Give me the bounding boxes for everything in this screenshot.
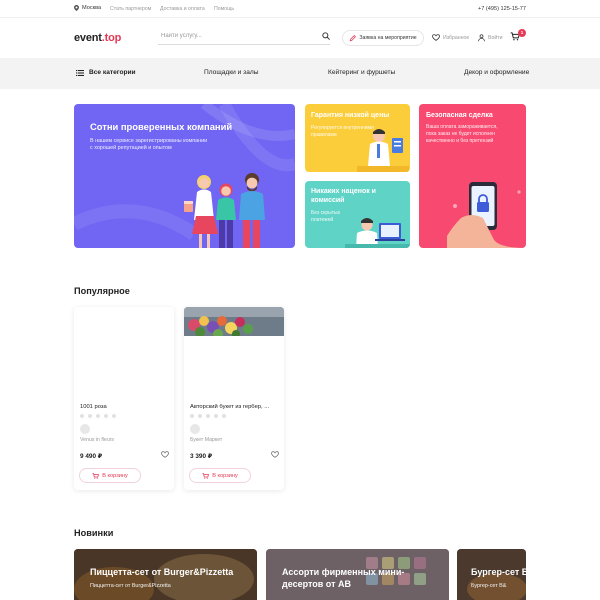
search-bar — [158, 27, 330, 45]
heart-icon — [432, 34, 440, 41]
search-input[interactable] — [161, 32, 301, 39]
new-item-title: Бургер-сет В — [471, 567, 526, 577]
nav-all-categories-label: Все категории — [89, 69, 136, 76]
logo[interactable]: event.top — [74, 32, 121, 44]
promo-nomarkup-text: Без скрытых платежей — [311, 210, 340, 224]
popular-section-title: Популярное — [74, 286, 130, 296]
new-item-card[interactable]: Пиццетта-сет от Burger&Pizzetta Пиццетта… — [74, 549, 257, 600]
phone-lock-illustration — [447, 182, 526, 248]
promo-safe-deal[interactable]: Безопасная сделка Ваша оплата заморажива… — [419, 104, 526, 248]
search-icon[interactable] — [322, 31, 330, 40]
category-nav: Все категории Площадки и залы Кейтеринг … — [0, 58, 600, 89]
logo-main: event — [74, 32, 102, 44]
new-section-title: Новинки — [74, 528, 114, 538]
event-request-button[interactable]: Заявка на мероприятие — [342, 30, 424, 46]
favorites-label: Избранное — [443, 34, 470, 41]
login-label: Войти — [488, 35, 503, 41]
promo-verified-text: В нашем сервисе зарегистрированы компани… — [90, 138, 207, 153]
promo-nomarkup-title: Никаких наценок и комиссий — [311, 187, 376, 205]
vendor-avatar — [190, 424, 200, 434]
bouquet-image[interactable] — [184, 307, 284, 336]
promo-no-markups[interactable]: Никаких наценок и комиссий Без скрытых п… — [305, 181, 410, 248]
pencil-icon — [349, 34, 357, 42]
laptop-person-illustration — [345, 218, 410, 248]
product-card[interactable]: 1001 роза Venus in fleurs 9 490 ₽ В корз… — [74, 307, 174, 490]
cart-icon — [92, 472, 100, 479]
promo-safe-text-line: Ваша оплата замораживается, — [426, 124, 498, 130]
top-bar: Москва Стать партнером Доставка и оплата… — [0, 0, 600, 18]
businessman-illustration — [357, 129, 409, 172]
city-label: Москва — [82, 5, 102, 11]
add-to-cart-label: В корзину — [212, 472, 238, 479]
cart-icon — [202, 472, 210, 479]
promo-guarantee-title: Гарантия низкой цены — [311, 112, 390, 119]
vendor-name[interactable]: Venus in fleurs — [80, 437, 114, 443]
become-partner-link[interactable]: Стать партнером — [110, 6, 151, 12]
logo-suffix: .top — [101, 32, 122, 44]
add-to-cart-button[interactable]: В корзину — [189, 468, 251, 483]
product-price: 3 390 ₽ — [190, 453, 213, 460]
location-pin-icon — [74, 5, 79, 11]
promo-low-price-guarantee[interactable]: Гарантия низкой цены Регулируется внутре… — [305, 104, 410, 172]
favorites-link[interactable]: Избранное — [432, 34, 469, 41]
promo-safe-text-line: пока заказ не будет исполнен — [426, 130, 495, 137]
product-name[interactable]: 1001 роза — [80, 404, 170, 410]
promo-verified-companies[interactable]: Сотни проверенных компаний В нашем серви… — [74, 104, 295, 248]
promo-safe-title: Безопасная сделка — [426, 112, 493, 119]
cart-count-badge: 1 — [518, 29, 526, 37]
promo-nomarkup-text-line: Без скрытых — [311, 210, 341, 216]
product-card[interactable]: Авторский букет из гербер, ... Букет Мар… — [184, 307, 284, 490]
product-name[interactable]: Авторский букет из гербер, ... — [190, 404, 280, 410]
nav-all-categories[interactable]: Все категории — [76, 69, 136, 76]
promo-verified-title: Сотни проверенных компаний — [90, 121, 233, 132]
menu-icon — [76, 69, 84, 76]
new-item-title-line: десертов от АВ — [282, 578, 351, 589]
city-selector[interactable]: Москва — [74, 5, 101, 11]
new-item-subtitle: Пиццетта-сет от Burger&Pizzetta — [90, 583, 171, 589]
help-link[interactable]: Помощь — [214, 6, 234, 12]
delivery-payment-link[interactable]: Доставка и оплата — [160, 6, 205, 12]
product-price: 9 490 ₽ — [80, 453, 103, 460]
heart-icon[interactable] — [161, 451, 169, 458]
new-item-card[interactable]: Бургер-сет В Бургер-сет B& — [457, 549, 526, 600]
nav-catering[interactable]: Кейтеринг и фуршеты — [328, 69, 395, 76]
promo-nomarkup-text-line: платежей — [311, 216, 334, 223]
vendor-avatar — [80, 424, 90, 434]
add-to-cart-label: В корзину — [102, 472, 128, 479]
phone-number[interactable]: +7 (495) 125-15-77 — [478, 6, 526, 12]
heart-icon[interactable] — [271, 451, 279, 458]
new-item-title-line: Ассорти фирменных мини- — [282, 567, 405, 577]
login-link[interactable]: Войти — [478, 34, 503, 42]
promo-safe-text-line: качественно и без претензий — [426, 137, 494, 144]
promo-nomarkup-title-line: Никаких наценок и — [311, 188, 376, 195]
promo-nomarkup-title-line: комиссий — [311, 197, 345, 205]
nav-venues[interactable]: Площадки и залы — [204, 69, 258, 76]
rating-stars — [80, 414, 116, 418]
people-illustration — [184, 173, 265, 248]
event-request-label: Заявка на мероприятие — [359, 35, 417, 41]
promo-verified-text-line: с хорошей репутацией и опытом — [90, 145, 172, 152]
new-item-title: Ассорти фирменных мини- десертов от АВ — [282, 567, 404, 590]
new-item-subtitle: Бургер-сет B& — [471, 583, 507, 589]
new-item-title: Пиццетта-сет от Burger&Pizzetta — [90, 567, 234, 577]
rating-stars — [190, 414, 226, 418]
promo-safe-text: Ваша оплата замораживается, пока заказ н… — [426, 124, 498, 145]
add-to-cart-button[interactable]: В корзину — [79, 468, 141, 483]
nav-decor[interactable]: Декор и оформление — [464, 69, 529, 76]
new-item-card[interactable]: Ассорти фирменных мини- десертов от АВ — [266, 549, 449, 600]
vendor-name[interactable]: Букет Маркет — [190, 437, 222, 443]
user-icon — [478, 34, 485, 42]
